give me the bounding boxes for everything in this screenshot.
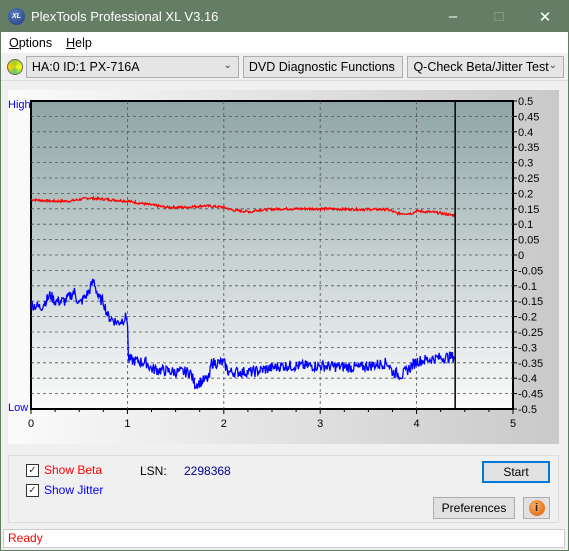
y-tick-label: 0.05	[518, 235, 539, 247]
y-tick-label: -0.35	[518, 358, 543, 370]
x-tick-label: 5	[510, 418, 516, 430]
menu-bar: Options Help	[1, 32, 568, 53]
check-icon: ✓	[26, 483, 39, 497]
x-tick-label: 2	[221, 418, 227, 430]
maximize-button[interactable]: □	[476, 1, 522, 32]
info-button[interactable]: i	[523, 497, 550, 519]
options-panel: ✓ Show Beta ✓ Show Jitter LSN: 2298368 Sta…	[8, 455, 559, 523]
function-select[interactable]: DVD Diagnostic Functions ⌄	[242, 55, 404, 78]
menu-help[interactable]: Help	[66, 36, 92, 50]
y-tick-label: 0.3	[518, 158, 533, 170]
low-label: Low	[8, 402, 28, 414]
y-tick-label: -0.3	[518, 342, 537, 354]
y-tick-label: 0	[518, 250, 524, 262]
show-jitter-checkbox[interactable]: ✓ Show Jitter	[26, 483, 103, 497]
beta-jitter-chart: 0.5 0.45 0.4 0.35 0.3 0.25 0.2 0.15 0.1 0.05 0 -0.0…	[8, 96, 543, 430]
chevron-down-icon: ⌄	[223, 59, 232, 71]
preferences-button[interactable]: Preferences	[433, 497, 515, 519]
status-bar: Ready	[3, 529, 565, 548]
drive-select[interactable]: HA:0 ID:1 PX-716A ⌄	[25, 55, 239, 78]
y-tick-label: -0.5	[518, 404, 537, 416]
y-tick-label: -0.15	[518, 296, 543, 308]
chart-panel: 0.5 0.45 0.4 0.35 0.3 0.25 0.2 0.15 0.1 0.05 0 -0.0…	[8, 90, 559, 444]
disc-icon	[7, 58, 23, 75]
chevron-down-icon: ⌄	[548, 59, 557, 71]
lsn-value: 2298368	[184, 464, 231, 478]
check-icon: ✓	[26, 463, 39, 477]
x-tick-label: 3	[317, 418, 323, 430]
y-tick-label: 0.45	[518, 111, 539, 123]
y-tick-label: -0.45	[518, 389, 543, 401]
app-logo: XL	[8, 8, 25, 25]
lsn-label: LSN:	[140, 464, 167, 478]
y-tick-label: -0.1	[518, 281, 537, 293]
y-tick-label: 0.35	[518, 142, 539, 154]
y-tick-label: 0.5	[518, 96, 533, 108]
minimize-button[interactable]: –	[430, 1, 476, 32]
y-tick-label: 0.15	[518, 204, 539, 216]
show-beta-checkbox[interactable]: ✓ Show Beta	[26, 463, 102, 477]
info-icon: i	[528, 500, 545, 516]
close-button[interactable]: ✕	[522, 1, 568, 32]
menu-options[interactable]: Options	[9, 36, 52, 50]
start-button[interactable]: Start	[482, 461, 550, 483]
y-tick-label: -0.05	[518, 265, 543, 277]
window-title: PlexTools Professional XL V3.16	[31, 9, 219, 24]
y-tick-label: -0.4	[518, 373, 537, 385]
toolbar: HA:0 ID:1 PX-716A ⌄ DVD Diagnostic Functi…	[1, 53, 568, 81]
x-tick-label: 1	[124, 418, 130, 430]
test-select[interactable]: Q-Check Beta/Jitter Test ⌄	[407, 55, 564, 78]
title-bar: XL PlexTools Professional XL V3.16 – □ ✕	[1, 1, 568, 32]
y-tick-label: -0.2	[518, 312, 537, 324]
x-tick-label: 0	[28, 418, 34, 430]
chevron-down-icon: ⌄	[388, 59, 397, 71]
y-tick-label: 0.2	[518, 188, 533, 200]
y-tick-label: 0.25	[518, 173, 539, 185]
high-label: High	[8, 99, 31, 111]
y-tick-label: -0.25	[518, 327, 543, 339]
y-tick-label: 0.1	[518, 219, 533, 231]
y-tick-label: 0.4	[518, 127, 533, 139]
x-tick-label: 4	[414, 418, 420, 430]
